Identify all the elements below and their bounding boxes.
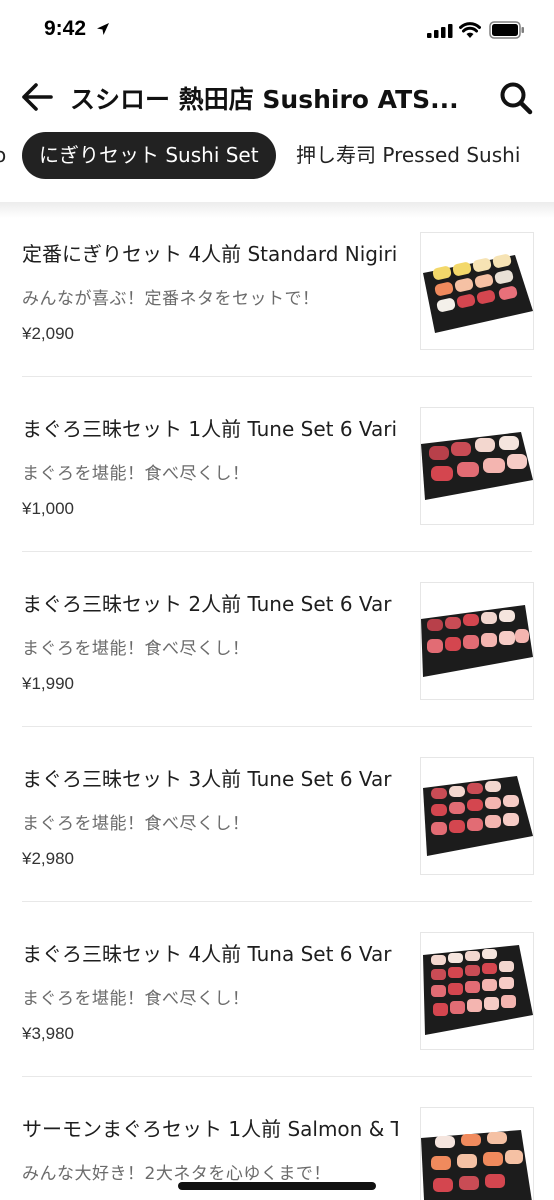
tuna-set-image [423, 776, 533, 856]
item-image [420, 1107, 534, 1200]
item-description: まぐろを堪能！食べ尽くし！ [22, 989, 250, 1009]
page-title: スシロー 熱田店 Sushiro ATS... [70, 85, 459, 114]
item-image [420, 582, 534, 700]
item-description: みんなが喜ぶ！定番ネタをセットで！ [22, 289, 320, 309]
tab-pressed-sushi[interactable]: 押し寿司 Pressed Sushi [296, 132, 520, 179]
item-description: まぐろを堪能！食べ尽くし！ [22, 464, 250, 484]
list-item[interactable]: 定番にぎりセット 4人前 Standard Nigiri みんなが喜ぶ！定番ネタ… [22, 202, 534, 377]
status-bar: 9:42 [0, 0, 554, 60]
item-image [420, 232, 534, 350]
menu-list: 定番にぎりセット 4人前 Standard Nigiri みんなが喜ぶ！定番ネタ… [0, 202, 554, 1200]
item-image [420, 407, 534, 525]
item-name: まぐろ三昧セット 4人前 Tuna Set 6 Var [22, 942, 392, 966]
category-tabs: o にぎりセット Sushi Set 押し寿司 Pressed Sushi [0, 130, 554, 182]
status-time: 9:42 [44, 17, 87, 40]
sushi-platter-image [423, 254, 533, 333]
store-header: スシロー 熱田店 Sushiro ATS... o にぎりセット Sushi S… [0, 60, 554, 202]
item-description: まぐろを堪能！食べ尽くし！ [22, 814, 250, 834]
item-description: みんな大好き！2大ネタを心ゆくまで！ [22, 1164, 331, 1184]
arrow-left-icon[interactable] [20, 82, 54, 112]
search-icon[interactable] [498, 80, 534, 116]
tuna-set-image [423, 945, 533, 1035]
tuna-set-image [421, 605, 533, 677]
item-image [420, 932, 534, 1050]
list-item[interactable]: まぐろ三昧セット 2人前 Tune Set 6 Var まぐろを堪能！食べ尽くし… [22, 552, 534, 727]
app-screen: 9:42 スシロー 熱田店 Sushiro ATS... o にぎりセット Su… [0, 0, 554, 1200]
tuna-set-image [421, 432, 533, 500]
item-name: サーモンまぐろセット 1人前 Salmon & T [22, 1117, 398, 1141]
signal-icon [427, 24, 453, 38]
home-indicator [178, 1182, 376, 1190]
list-item[interactable]: まぐろ三昧セット 1人前 Tune Set 6 Vari まぐろを堪能！食べ尽く… [22, 377, 534, 552]
item-price: ¥3,980 [22, 1024, 74, 1043]
tab-previous-partial[interactable]: o [0, 143, 6, 167]
item-name: 定番にぎりセット 4人前 Standard Nigiri [22, 242, 398, 266]
item-name: まぐろ三昧セット 3人前 Tune Set 6 Var [22, 767, 392, 791]
list-item[interactable]: まぐろ三昧セット 3人前 Tune Set 6 Var まぐろを堪能！食べ尽くし… [22, 727, 534, 902]
item-price: ¥2,090 [22, 324, 74, 343]
item-name: まぐろ三昧セット 1人前 Tune Set 6 Vari [22, 417, 398, 441]
tab-sushi-set[interactable]: にぎりセット Sushi Set [22, 132, 276, 179]
battery-icon [489, 21, 524, 39]
item-description: まぐろを堪能！食べ尽くし！ [22, 639, 250, 659]
item-price: ¥2,980 [22, 849, 74, 868]
item-price: ¥1,000 [22, 499, 74, 518]
item-image [420, 757, 534, 875]
wifi-icon [459, 22, 481, 38]
salmon-tuna-set-image [421, 1130, 532, 1200]
location-arrow-icon [97, 23, 109, 35]
list-item[interactable]: まぐろ三昧セット 4人前 Tuna Set 6 Var まぐろを堪能！食べ尽くし… [22, 902, 534, 1077]
item-price: ¥1,990 [22, 674, 74, 693]
item-name: まぐろ三昧セット 2人前 Tune Set 6 Var [22, 592, 392, 616]
